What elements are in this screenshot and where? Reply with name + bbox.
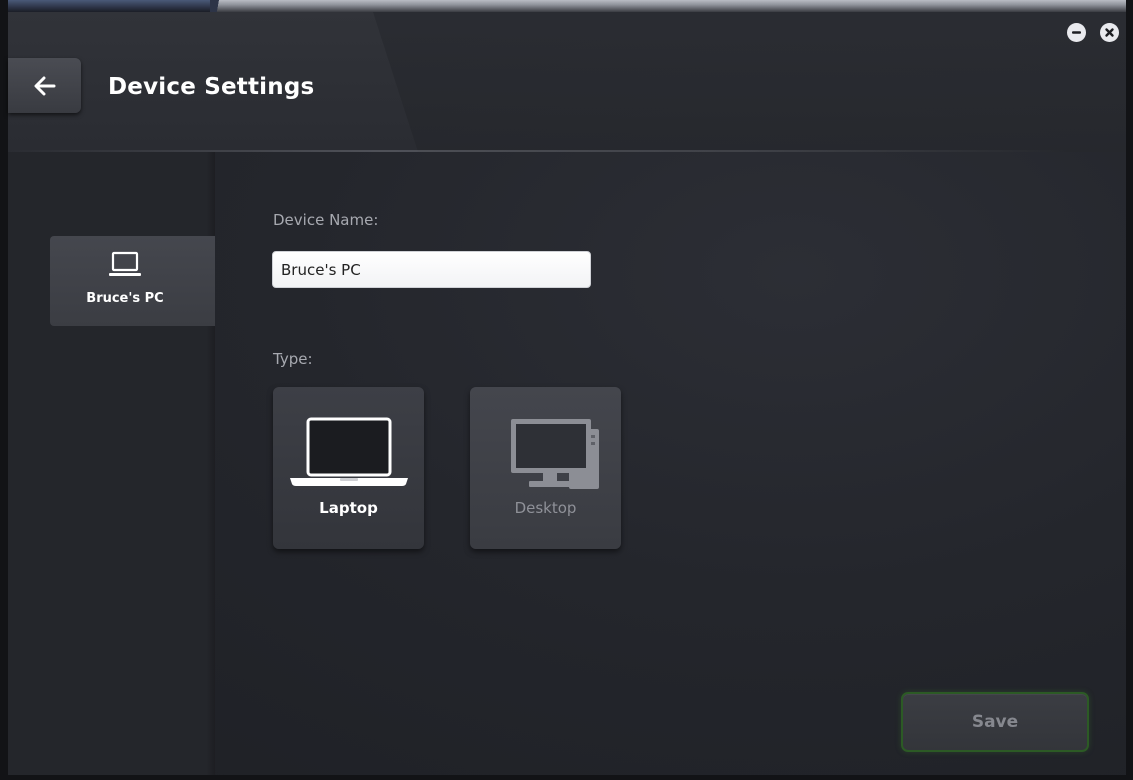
type-option-label: Laptop — [319, 499, 378, 517]
type-label: Type: — [273, 350, 313, 368]
window-frame-right — [1126, 0, 1133, 780]
minimize-button[interactable] — [1067, 23, 1086, 42]
device-name-label: Device Name: — [273, 211, 379, 229]
sidebar-item-device[interactable]: Bruce's PC — [50, 236, 215, 326]
page-title: Device Settings — [108, 74, 315, 100]
back-button[interactable] — [8, 58, 81, 113]
desktop-icon — [470, 417, 621, 491]
arrow-left-icon — [34, 76, 56, 96]
laptop-icon — [108, 251, 142, 283]
top-title-strip-accent — [0, 0, 215, 12]
window-frame-bottom — [0, 775, 1133, 780]
top-title-strip-notch — [210, 0, 230, 12]
type-option-desktop[interactable]: Desktop — [470, 387, 621, 549]
close-button[interactable] — [1100, 23, 1119, 42]
type-option-laptop[interactable]: Laptop — [273, 387, 424, 549]
save-button[interactable]: Save — [901, 692, 1089, 752]
sidebar-item-label: Bruce's PC — [86, 291, 164, 306]
laptop-icon — [273, 417, 424, 489]
minus-icon — [1071, 23, 1082, 42]
device-name-input[interactable] — [272, 251, 591, 288]
close-icon — [1104, 23, 1115, 42]
device-settings-window: Device Settings Bruce's PC Device Name: … — [0, 0, 1133, 780]
type-option-label: Desktop — [514, 499, 577, 517]
window-frame-left — [0, 0, 8, 780]
